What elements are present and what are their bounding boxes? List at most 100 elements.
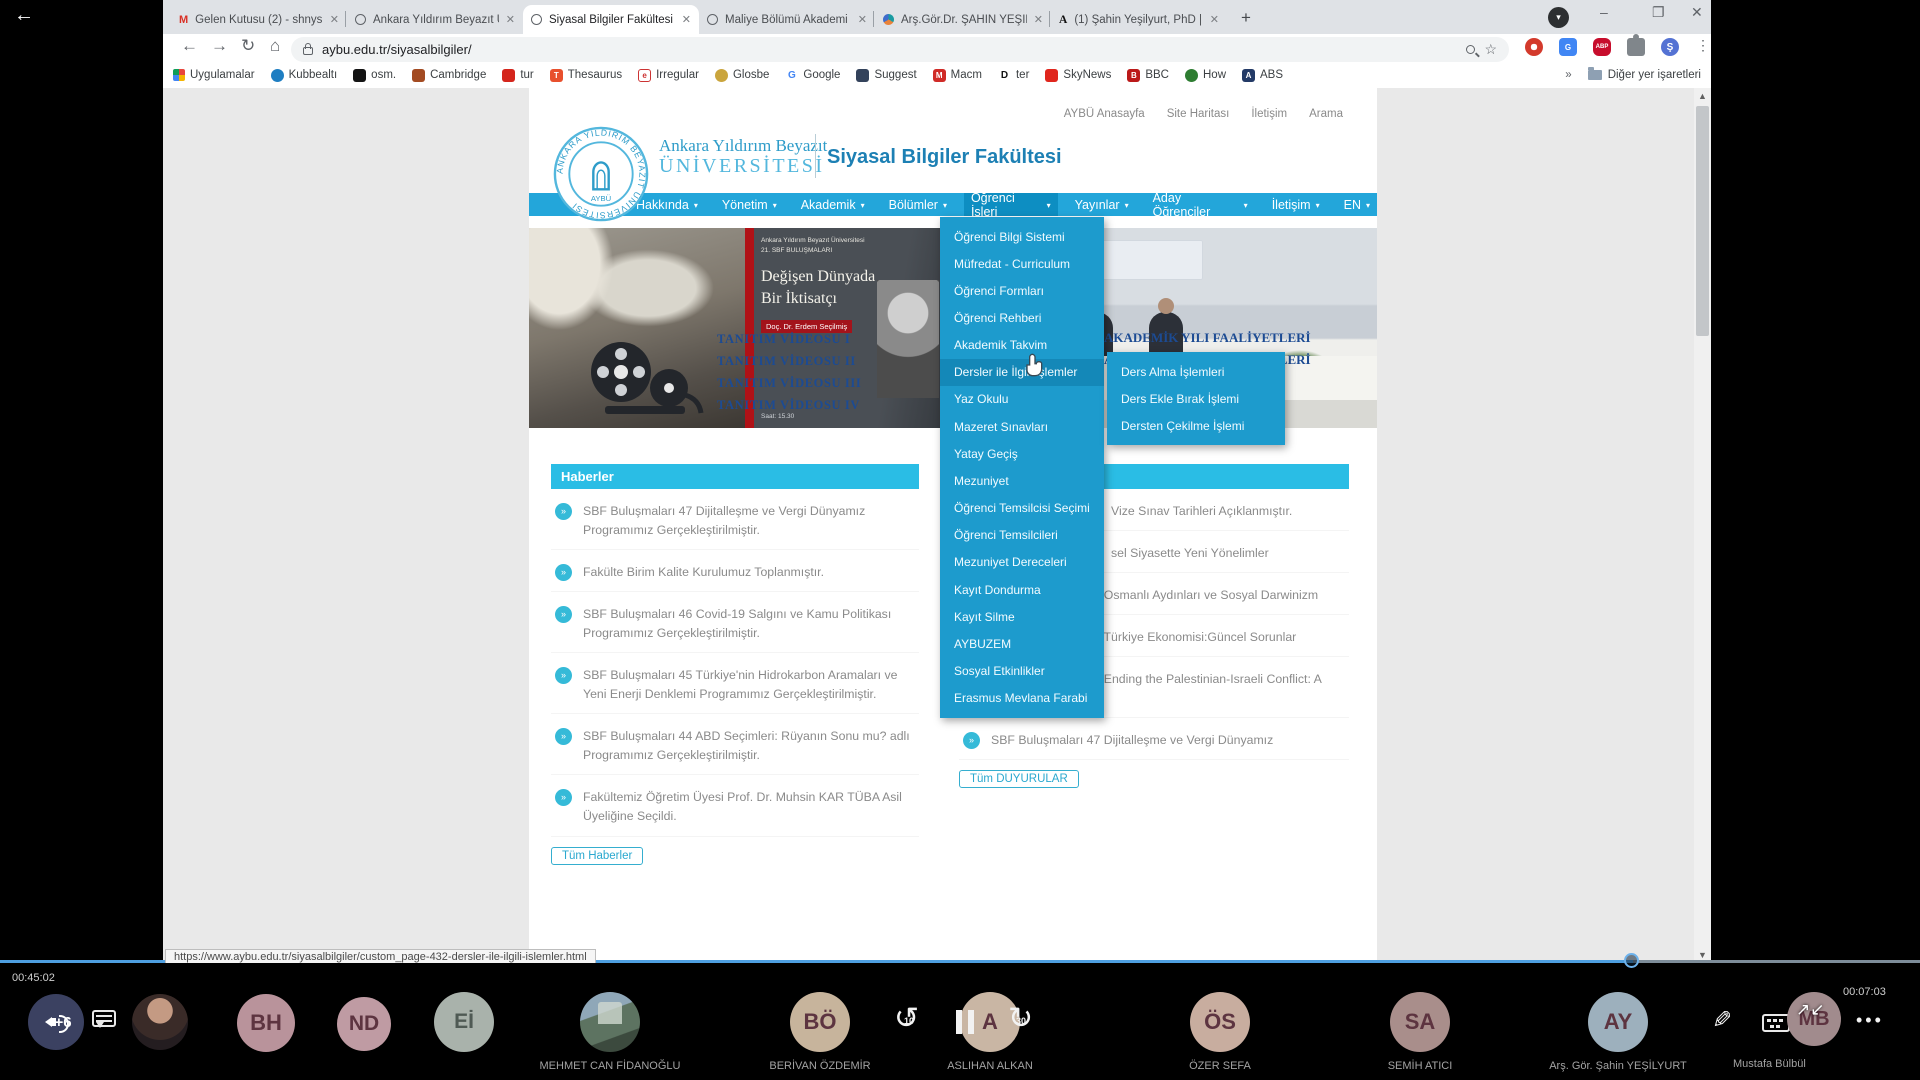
tab-aybu-home[interactable]: Ankara Yıldırım Beyazıt Ü ✕ [347, 5, 523, 34]
scrollbar-thumb[interactable] [1696, 106, 1709, 336]
participant-tile[interactable]: AY Arş. Gör. Şahin YEŞİLYURT [1508, 992, 1728, 1072]
audio-participants-badge[interactable]: +6 [28, 994, 84, 1050]
other-bookmarks[interactable]: Diğer yer işaretleri [1588, 69, 1701, 81]
extensions-puzzle-icon[interactable] [1627, 38, 1645, 56]
red-extension-icon[interactable] [1525, 38, 1543, 56]
menu-item-ogrenci-rehberi[interactable]: Öğrenci Rehberi [940, 304, 1104, 331]
tab-siyasal-bilgiler-active[interactable]: Siyasal Bilgiler Fakültesi ✕ [523, 5, 699, 34]
menu-item-ogrenci-temsilcileri[interactable]: Öğrenci Temsilcileri [940, 522, 1104, 549]
submenu-item-ders-ekle-birak[interactable]: Ders Ekle Bırak İşlemi [1107, 385, 1285, 412]
menu-item-yatay-gecis[interactable]: Yatay Geçiş [940, 440, 1104, 467]
bookmark-ter[interactable]: Dter [998, 69, 1029, 82]
bookmark-macm[interactable]: MMacm [933, 69, 982, 82]
news-item[interactable]: »SBF Buluşmaları 47 Dijitalleşme ve Verg… [551, 502, 919, 550]
tab-sahin-yesilyurt-profile[interactable]: Arş.Gör.Dr. ŞAHİN YEŞİL ✕ [875, 5, 1051, 34]
news-item[interactable]: »SBF Buluşmaları 44 ABD Seçimleri: Rüyan… [551, 727, 919, 775]
link-site-haritasi[interactable]: Site Haritası [1167, 108, 1230, 120]
bookmark-tur[interactable]: tur [502, 69, 533, 82]
menu-item-kayit-dondurma[interactable]: Kayıt Dondurma [940, 576, 1104, 603]
nav-aday-ogrenciler[interactable]: Aday Öğrenciler▾ [1146, 193, 1255, 216]
nav-akademik[interactable]: Akademik▾ [794, 193, 872, 216]
bookmark-osm[interactable]: osm. [353, 69, 396, 82]
menu-item-mezuniyet[interactable]: Mezuniyet [940, 467, 1104, 494]
page-scrollbar[interactable]: ▲ ▼ [1694, 88, 1711, 963]
scroll-down-icon[interactable]: ▼ [1694, 950, 1711, 960]
all-announcements-button[interactable]: Tüm DUYURULAR [959, 770, 1079, 788]
back-button[interactable]: ← [181, 36, 198, 56]
nav-bolumler[interactable]: Bölümler▾ [882, 193, 954, 216]
news-item[interactable]: »Fakülte Birim Kalite Kurulumuz Toplanmı… [551, 563, 919, 592]
forward-button[interactable]: → [211, 36, 228, 56]
minimize-button[interactable]: – [1600, 4, 1608, 20]
more-options-icon[interactable]: ••• [1856, 1010, 1884, 1031]
menu-item-mezuniyet-dereceleri[interactable]: Mezuniyet Dereceleri [940, 549, 1104, 576]
tab-close-icon[interactable]: ✕ [858, 13, 867, 26]
participant-avatar-bh[interactable]: BH [237, 994, 295, 1052]
bookmark-star-icon[interactable]: ☆ [1484, 41, 1497, 58]
annotate-pencil-icon[interactable]: ✎ [1712, 1006, 1732, 1035]
restore-button[interactable]: ❐ [1652, 4, 1665, 21]
media-controls-button[interactable]: ▾ [1548, 7, 1569, 28]
browser-menu-icon[interactable]: ⋮ [1696, 37, 1710, 54]
url-text[interactable]: aybu.edu.tr/siyasalbilgiler/ [322, 42, 1457, 57]
link-tanitim-videosu-4[interactable]: TANITIM VİDEOSU IV [717, 398, 860, 413]
bookmarks-overflow-chevron[interactable]: » [1565, 69, 1571, 81]
announcement-item[interactable]: »SBF Buluşmaları 47 Dijitalleşme ve Verg… [959, 731, 1349, 760]
bookmark-irregular[interactable]: eIrregular [638, 69, 699, 82]
translate-extension-icon[interactable]: G [1559, 38, 1577, 56]
participant-tile[interactable]: MEHMET CAN FİDANOĞLU [500, 992, 720, 1072]
bookmark-apps[interactable]: Uygulamalar [173, 69, 255, 81]
nav-yayinlar[interactable]: Yayınlar▾ [1068, 193, 1136, 216]
link-tanitim-videosu-3[interactable]: TANITIM VİDEOSU III [717, 376, 861, 391]
tab-close-icon[interactable]: ✕ [330, 13, 339, 26]
link-tanitim-videosu-1[interactable]: TANITIM VİDEOSU I [717, 332, 850, 347]
tab-close-icon[interactable]: ✕ [1034, 13, 1043, 26]
tab-close-icon[interactable]: ✕ [682, 13, 691, 26]
bookmark-kubbealti[interactable]: Kubbealtı [271, 69, 338, 82]
menu-item-ogrenci-formlari[interactable]: Öğrenci Formları [940, 277, 1104, 304]
menu-item-akademik-takvim[interactable]: Akademik Takvim [940, 332, 1104, 359]
menu-item-mazeret-sinavlari[interactable]: Mazeret Sınavları [940, 413, 1104, 440]
close-button[interactable]: ✕ [1691, 4, 1703, 21]
menu-item-yaz-okulu[interactable]: Yaz Okulu [940, 386, 1104, 413]
link-aybu-anasayfa[interactable]: AYBÜ Anasayfa [1064, 108, 1145, 120]
all-news-button[interactable]: Tüm Haberler [551, 847, 643, 865]
news-item[interactable]: »SBF Buluşmaları 45 Türkiye'nin Hidrokar… [551, 666, 919, 714]
menu-item-kayit-silme[interactable]: Kayıt Silme [940, 603, 1104, 630]
menu-item-aybuzem[interactable]: AYBUZEM [940, 630, 1104, 657]
profile-avatar[interactable]: Ş [1661, 38, 1679, 56]
back-arrow-icon[interactable]: ← [14, 4, 34, 27]
participant-photo-avatar[interactable] [132, 994, 188, 1050]
new-tab-button[interactable]: + [1241, 8, 1251, 28]
bookmark-abs[interactable]: AABS [1242, 69, 1283, 82]
link-arama[interactable]: Arama [1309, 108, 1343, 120]
bookmark-thesaurus[interactable]: TThesaurus [550, 69, 622, 82]
menu-item-ogrenci-bilgi-sistemi[interactable]: Öğrenci Bilgi Sistemi [940, 223, 1104, 250]
link-tanitim-videosu-2[interactable]: TANITIM VİDEOSU II [717, 354, 856, 369]
reload-button[interactable]: ↻ [241, 36, 255, 56]
participant-tile[interactable]: ÖS ÖZER SEFA [1110, 992, 1330, 1072]
submenu-item-dersten-cekilme[interactable]: Dersten Çekilme İşlemi [1107, 412, 1285, 439]
news-item[interactable]: »Fakültemiz Öğretim Üyesi Prof. Dr. Muhs… [551, 788, 919, 836]
chat-icon[interactable] [92, 1010, 116, 1027]
news-item[interactable]: »SBF Buluşmaları 46 Covid-19 Salgını ve … [551, 605, 919, 653]
menu-item-ogrenci-temsilcisi-secimi[interactable]: Öğrenci Temsilcisi Seçimi [940, 495, 1104, 522]
participant-avatar-nd[interactable]: ND [337, 997, 391, 1051]
participant-tile-host[interactable]: MB ↗↙ [1786, 992, 1842, 1046]
seek-bar-handle[interactable] [1624, 953, 1639, 968]
bookmark-suggest[interactable]: Suggest [856, 69, 916, 82]
bookmark-skynews[interactable]: SkyNews [1045, 69, 1111, 82]
address-bar[interactable]: aybu.edu.tr/siyasalbilgiler/ ☆ [291, 37, 1509, 62]
zoom-search-icon[interactable] [1466, 45, 1475, 54]
link-iletisim[interactable]: İletişim [1251, 108, 1287, 120]
nav-ogrenci-isleri[interactable]: Öğrenci İşleri▾ [964, 193, 1058, 216]
menu-item-dersler-ile-ilgili-islemler[interactable]: Dersler ile İlgili İşlemler [940, 359, 1104, 386]
menu-item-mufredat[interactable]: Müfredat - Curriculum [940, 250, 1104, 277]
bookmark-glosbe[interactable]: Glosbe [715, 69, 769, 82]
tab-maliye-bolumu[interactable]: Maliye Bölümü Akademi ✕ [699, 5, 875, 34]
tab-academia[interactable]: A (1) Şahin Yeşilyurt, PhD | ✕ [1051, 5, 1227, 34]
bookmark-cambridge[interactable]: Cambridge [412, 69, 486, 82]
bookmark-bbc[interactable]: BBBC [1127, 69, 1169, 82]
scroll-up-icon[interactable]: ▲ [1694, 91, 1711, 101]
nav-en[interactable]: EN▾ [1337, 193, 1377, 216]
